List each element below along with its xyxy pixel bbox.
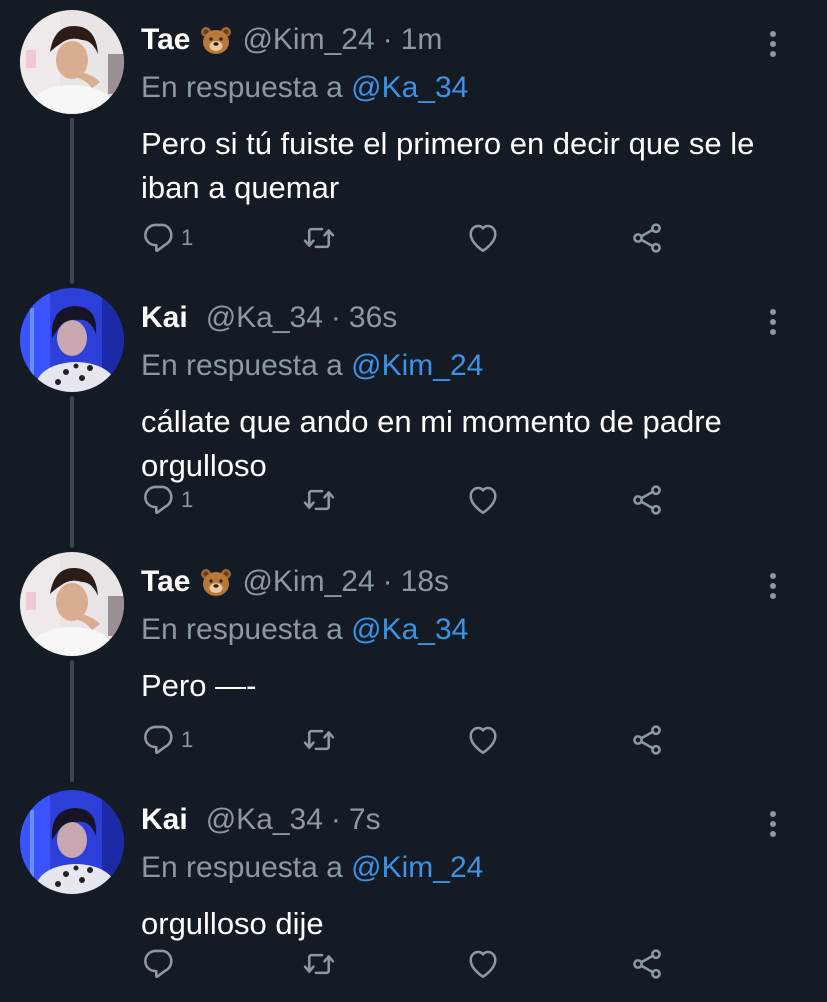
reply-to-line: En respuesta a @Kim_24 [141, 851, 483, 885]
reply-button[interactable] [141, 944, 181, 984]
more-options-icon [768, 809, 778, 839]
reply-button[interactable]: 1 [141, 720, 193, 760]
avatar[interactable] [20, 288, 124, 392]
bear-face-icon [200, 24, 232, 56]
retweet-button[interactable] [301, 480, 337, 520]
tweet-text: Pero —- [141, 668, 257, 703]
display-name[interactable]: Tae [141, 23, 190, 57]
tweet-actions [141, 944, 701, 984]
retweet-button[interactable] [301, 218, 337, 258]
like-button[interactable] [465, 218, 501, 258]
tweet-header: Kai @Ka_34 · 36s [141, 296, 397, 340]
share-button[interactable] [629, 944, 665, 984]
reply-to-mention[interactable]: @Ka_34 [351, 613, 468, 646]
reply-to-prefix: En respuesta a [141, 71, 343, 104]
avatar-image [20, 552, 124, 656]
timestamp[interactable]: 18s [401, 565, 449, 599]
separator-dot: · [382, 565, 393, 598]
avatar-image [20, 790, 124, 894]
reply-icon [141, 220, 177, 256]
tweet-header: Tae @Kim_24 · 18s [141, 560, 449, 604]
share-icon [629, 482, 665, 518]
timestamp[interactable]: 7s [349, 803, 381, 837]
tweet[interactable]: Tae @Kim_24 · 18s En respuesta a @Ka_34 … [0, 552, 827, 782]
reply-count: 1 [181, 225, 194, 250]
tweet-header: Kai @Ka_34 · 7s [141, 798, 381, 842]
avatar[interactable] [20, 10, 124, 114]
display-name[interactable]: Kai [141, 301, 188, 335]
separator-dot: · [382, 23, 393, 56]
tweet-text: cállate que ando en mi momento de padre … [141, 404, 722, 483]
tweet-actions: 1 [141, 720, 701, 760]
reply-to-line: En respuesta a @Kim_24 [141, 349, 483, 383]
like-button[interactable] [465, 720, 501, 760]
user-handle[interactable]: @Kim_24 [242, 23, 374, 57]
user-handle[interactable]: @Ka_34 [206, 301, 323, 335]
share-button[interactable] [629, 720, 665, 760]
reply-to-line: En respuesta a @Ka_34 [141, 613, 468, 647]
retweet-button[interactable] [301, 720, 337, 760]
like-button[interactable] [465, 944, 501, 984]
tweet-header: Tae @Kim_24 · 1m [141, 18, 442, 62]
tweet[interactable]: Kai @Ka_34 · 7s En respuesta a @Kim_24 o… [0, 790, 827, 1000]
timestamp[interactable]: 36s [349, 301, 397, 335]
display-name[interactable]: Kai [141, 803, 188, 837]
reply-count: 1 [181, 487, 194, 512]
more-options-icon [768, 571, 778, 601]
avatar-image [20, 10, 124, 114]
avatar-image [20, 288, 124, 392]
heart-icon [465, 220, 501, 256]
share-button[interactable] [629, 218, 665, 258]
more-options-button[interactable] [758, 566, 788, 606]
user-handle[interactable]: @Kim_24 [242, 565, 374, 599]
heart-icon [465, 722, 501, 758]
share-button[interactable] [629, 480, 665, 520]
share-icon [629, 220, 665, 256]
reply-to-mention[interactable]: @Kim_24 [351, 349, 483, 382]
retweet-icon [301, 220, 337, 256]
retweet-icon [301, 946, 337, 982]
share-icon [629, 722, 665, 758]
reply-count: 1 [181, 727, 194, 752]
reply-to-prefix: En respuesta a [141, 851, 343, 884]
retweet-icon [301, 482, 337, 518]
share-icon [629, 946, 665, 982]
separator-dot: · [330, 803, 341, 836]
separator-dot: · [330, 301, 341, 334]
more-options-icon [768, 307, 778, 337]
reply-button[interactable]: 1 [141, 218, 193, 258]
retweet-icon [301, 722, 337, 758]
more-options-icon [768, 29, 778, 59]
more-options-button[interactable] [758, 804, 788, 844]
heart-icon [465, 946, 501, 982]
like-button[interactable] [465, 480, 501, 520]
tweet-text: Pero si tú fuiste el primero en decir qu… [141, 126, 755, 205]
reply-to-prefix: En respuesta a [141, 613, 343, 646]
display-name[interactable]: Tae [141, 565, 190, 599]
avatar[interactable] [20, 790, 124, 894]
reply-to-line: En respuesta a @Ka_34 [141, 71, 468, 105]
reply-to-prefix: En respuesta a [141, 349, 343, 382]
bear-face-icon [200, 566, 232, 598]
reply-icon [141, 946, 177, 982]
reply-icon [141, 722, 177, 758]
timestamp[interactable]: 1m [401, 23, 443, 57]
more-options-button[interactable] [758, 24, 788, 64]
tweet-text: orgulloso dije [141, 906, 324, 941]
tweet-actions: 1 [141, 480, 701, 520]
reply-to-mention[interactable]: @Ka_34 [351, 71, 468, 104]
reply-button[interactable]: 1 [141, 480, 193, 520]
reply-to-mention[interactable]: @Kim_24 [351, 851, 483, 884]
tweet-actions: 1 [141, 218, 701, 258]
avatar[interactable] [20, 552, 124, 656]
heart-icon [465, 482, 501, 518]
tweet[interactable]: Kai @Ka_34 · 36s En respuesta a @Kim_24 … [0, 288, 827, 548]
user-handle[interactable]: @Ka_34 [206, 803, 323, 837]
more-options-button[interactable] [758, 302, 788, 342]
reply-icon [141, 482, 177, 518]
tweet[interactable]: Tae @Kim_24 · 1m En respuesta a @Ka_34 P… [0, 10, 827, 280]
retweet-button[interactable] [301, 944, 337, 984]
